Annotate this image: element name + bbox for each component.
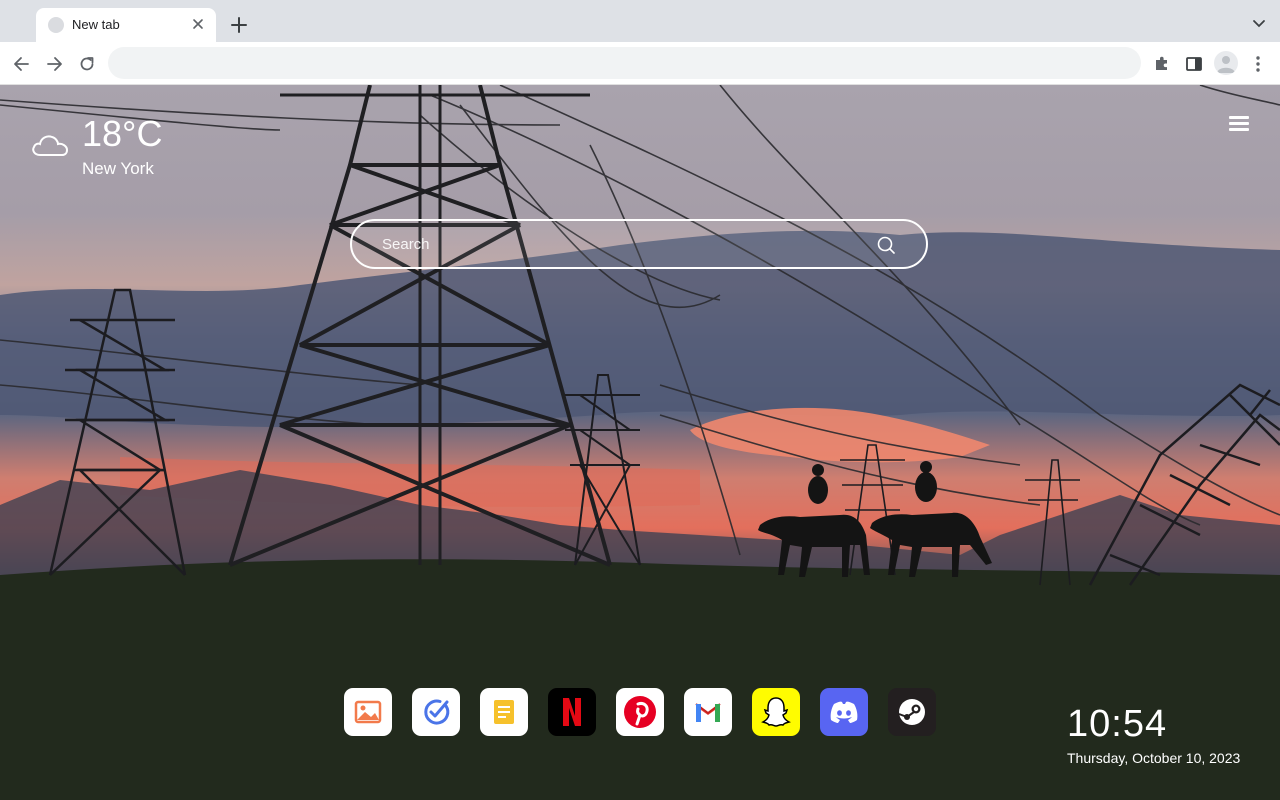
kebab-menu-icon[interactable] [1248,54,1268,74]
tab-favicon-icon [48,17,64,33]
hamburger-menu-icon[interactable] [1229,116,1249,134]
reload-icon[interactable] [77,54,97,74]
netflix-icon [563,698,581,726]
app-netflix[interactable] [548,688,596,736]
side-panel-icon[interactable] [1184,54,1204,74]
close-icon[interactable] [190,16,206,32]
app-gallery[interactable] [344,688,392,736]
gmail-icon [695,703,721,722]
app-snapchat[interactable] [752,688,800,736]
search-icon[interactable] [876,235,896,255]
new-tab-page: 18°C New York Search 10:54 Thursday, Oct… [0,85,1280,800]
clock-time: 10:54 [1067,703,1168,745]
app-gmail[interactable] [684,688,732,736]
profile-avatar[interactable] [1214,51,1238,75]
pinterest-icon [624,696,656,728]
clock-widget: 10:54 Thursday, October 10, 2023 [1067,703,1240,766]
cloud-icon [32,135,69,156]
weather-temperature: 18°C [82,113,163,154]
search-input[interactable] [382,221,862,267]
discord-icon [830,701,858,723]
extensions-icon[interactable] [1152,54,1172,74]
back-icon[interactable] [12,54,32,74]
check-icon [424,699,450,725]
person-icon [1217,56,1235,73]
image-icon [354,700,382,724]
browser-toolbar [0,42,1280,85]
clock-date: Thursday, October 10, 2023 [1067,750,1241,766]
search-box[interactable] [350,219,928,269]
app-notes[interactable] [480,688,528,736]
notes-icon [494,700,514,724]
tab-strip: New tab [0,0,1280,42]
tab-title: New tab [72,17,120,32]
chevron-down-icon[interactable] [1252,17,1266,31]
app-task[interactable] [412,688,460,736]
app-pinterest[interactable] [616,688,664,736]
snapchat-icon [761,697,791,727]
forward-icon[interactable] [44,54,64,74]
tab-new-tab[interactable]: New tab [36,8,216,42]
app-discord[interactable] [820,688,868,736]
app-steam[interactable] [888,688,936,736]
weather-city: New York [82,159,154,178]
new-tab-plus-icon[interactable] [229,15,249,35]
steam-icon [898,699,925,725]
address-bar[interactable] [108,47,1141,79]
address-input[interactable] [108,47,1141,79]
